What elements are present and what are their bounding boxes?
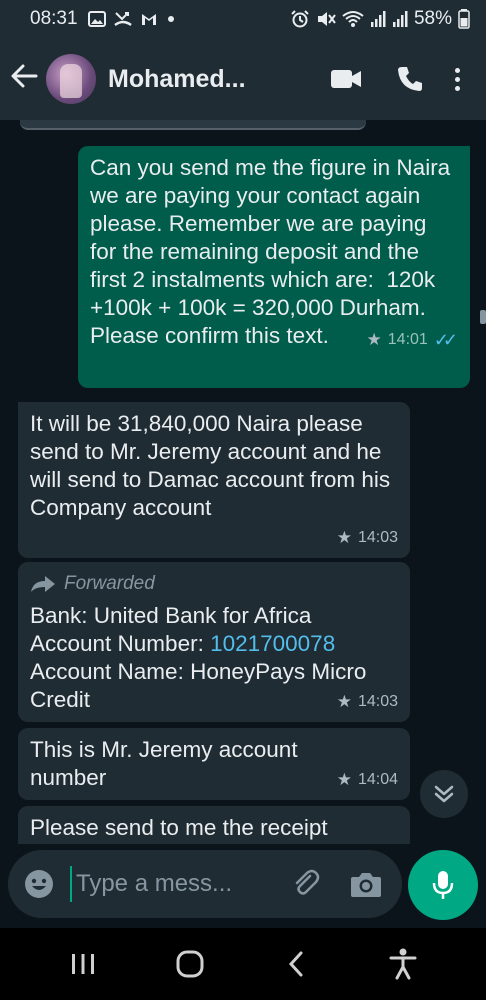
home-button[interactable] xyxy=(160,939,220,989)
avatar[interactable] xyxy=(46,54,96,104)
home-icon xyxy=(176,950,204,978)
chat-header: Mohamed... xyxy=(0,38,486,120)
status-time: 08:31 xyxy=(30,8,78,29)
emoji-button[interactable] xyxy=(8,869,70,899)
attach-button[interactable] xyxy=(276,868,336,900)
back-nav-button[interactable] xyxy=(266,939,326,989)
scrollbar-thumb[interactable] xyxy=(480,310,486,324)
message-bubble-incoming[interactable]: It will be 31,840,000 Naira please send … xyxy=(18,402,410,558)
star-icon: ★ xyxy=(336,770,352,789)
battery-icon xyxy=(458,9,470,29)
scroll-to-bottom-button[interactable] xyxy=(420,770,468,818)
signal-icon xyxy=(392,11,408,27)
gallery-icon xyxy=(87,11,106,27)
gmail-icon xyxy=(141,14,156,25)
forwarded-label: Forwarded xyxy=(64,573,155,594)
arrow-back-icon xyxy=(11,64,38,88)
video-call-button[interactable] xyxy=(314,54,378,104)
battery-percent: 58% xyxy=(413,8,452,29)
star-icon: ★ xyxy=(336,692,352,711)
message-text: Please send to me the receipt xyxy=(30,815,328,840)
voice-call-button[interactable] xyxy=(378,54,442,104)
back-button[interactable] xyxy=(10,62,44,96)
paperclip-icon xyxy=(295,869,320,895)
status-bar: 08:31 58% xyxy=(0,0,486,38)
previous-message-edge xyxy=(20,120,366,130)
message-list[interactable]: Can you send me the figure in Naira we a… xyxy=(0,120,486,844)
bank-line: Bank: United Bank for Africa xyxy=(30,603,312,628)
message-bubble-forwarded[interactable]: Forwarded Bank: United Bank for Africa A… xyxy=(18,562,410,722)
mute-icon xyxy=(317,12,336,26)
camera-icon xyxy=(351,873,381,897)
double-chevron-down-icon xyxy=(434,785,454,803)
alarm-icon xyxy=(291,10,309,28)
missed-call-icon xyxy=(113,12,132,27)
recent-apps-button[interactable] xyxy=(53,939,113,989)
composer xyxy=(0,844,486,928)
menu-button[interactable] xyxy=(442,54,472,104)
message-time: 14:04 xyxy=(357,771,398,788)
composer-pill xyxy=(8,850,402,918)
signal-icon xyxy=(370,11,386,27)
account-number-link[interactable]: 1021700078 xyxy=(210,631,335,656)
video-call-icon xyxy=(331,70,361,88)
message-text: It will be 31,840,000 Naira please send … xyxy=(30,411,397,520)
recent-apps-icon xyxy=(72,954,95,974)
voice-call-icon xyxy=(398,67,422,91)
accessibility-icon xyxy=(389,948,417,980)
voice-record-button[interactable] xyxy=(408,850,478,920)
system-nav-bar xyxy=(0,928,486,1000)
star-icon: ★ xyxy=(336,528,352,547)
menu-icon xyxy=(454,67,460,73)
message-input[interactable] xyxy=(70,866,270,902)
emoji-icon xyxy=(25,870,53,898)
forward-arrow-icon xyxy=(31,576,55,592)
message-time: 14:01 xyxy=(387,331,428,348)
accessibility-button[interactable] xyxy=(373,939,433,989)
message-bubble-outgoing[interactable]: Can you send me the figure in Naira we a… xyxy=(78,146,470,388)
star-icon: ★ xyxy=(366,330,382,349)
camera-button[interactable] xyxy=(336,870,396,898)
contact-name[interactable]: Mohamed... xyxy=(108,65,268,94)
message-bubble-incoming[interactable]: Please send to me the receipt xyxy=(18,806,410,844)
chevron-left-icon xyxy=(289,951,303,977)
microphone-icon xyxy=(432,871,454,899)
message-text: Can you send me the figure in Naira we a… xyxy=(90,155,457,348)
wifi-icon xyxy=(342,11,364,27)
message-time: 14:03 xyxy=(357,693,398,710)
message-time: 14:03 xyxy=(357,529,398,546)
double-check-icon: ✓✓ xyxy=(433,330,458,350)
message-bubble-incoming[interactable]: This is Mr. Jeremy account number ★ 14:0… xyxy=(18,728,410,800)
account-number-label: Account Number: xyxy=(30,631,211,656)
dot-icon xyxy=(167,16,174,22)
